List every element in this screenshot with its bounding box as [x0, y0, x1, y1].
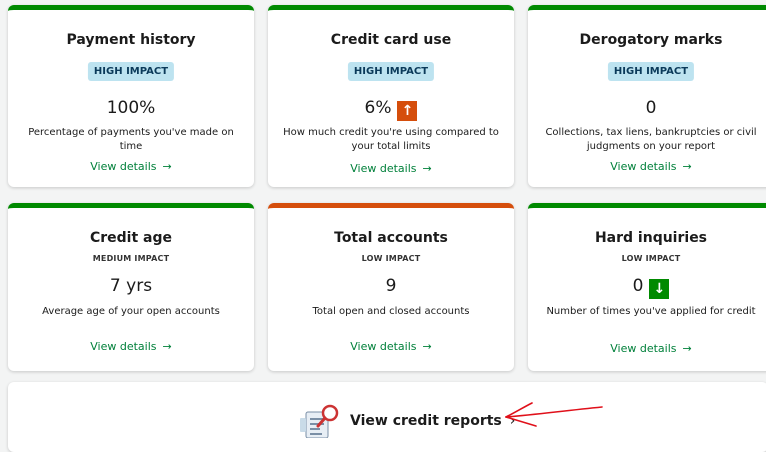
impact-badge: HIGH IMPACT — [347, 62, 435, 81]
link-label: View details — [610, 342, 677, 355]
view-details-link[interactable]: View details → — [268, 340, 514, 353]
card-description: Collections, tax liens, bankruptcies or … — [545, 127, 757, 152]
card-description: Percentage of payments you've made on ti… — [28, 127, 234, 152]
card-value-wrap: 6% ↑ — [268, 98, 514, 121]
annotation-arrow — [505, 402, 603, 427]
credit-reports-panel: View credit reports › — [8, 382, 766, 452]
card-description: Number of times you've applied for credi… — [546, 306, 756, 317]
card-total-accounts: Total accounts LOW IMPACT 9 Total open a… — [268, 203, 514, 371]
card-description: Total open and closed accounts — [312, 306, 470, 317]
card-value: 0 — [632, 276, 644, 296]
card-credit-age: Credit age MEDIUM IMPACT 7 yrs Average a… — [8, 203, 254, 371]
card-title: Payment history — [66, 32, 196, 48]
impact-badge: HIGH IMPACT — [87, 62, 175, 81]
link-label: View details — [90, 160, 157, 173]
card-title: Credit card use — [330, 32, 452, 48]
card-value: 7 yrs — [109, 276, 153, 296]
card-derogatory-marks: Derogatory marks HIGH IMPACT 0 Collectio… — [528, 5, 766, 187]
card-title: Credit age — [89, 230, 173, 246]
link-label: View details — [350, 162, 417, 175]
arrow-right-icon: → — [162, 160, 172, 173]
arrow-right-icon: → — [682, 342, 692, 355]
trend-down-icon: ↓ — [649, 279, 670, 299]
view-details-link[interactable]: View details → — [528, 342, 766, 355]
impact-label: MEDIUM IMPACT — [92, 254, 170, 263]
card-payment-history: Payment history HIGH IMPACT 100% Percent… — [8, 5, 254, 187]
card-value: 9 — [385, 276, 397, 296]
card-description: How much credit you're using compared to… — [283, 127, 499, 152]
card-description: Average age of your open accounts — [42, 306, 220, 317]
link-label: View details — [350, 340, 417, 353]
card-value: 0 — [645, 98, 657, 118]
impact-label: LOW IMPACT — [621, 254, 681, 263]
arrow-right-icon: → — [162, 340, 172, 353]
card-title: Derogatory marks — [579, 32, 723, 48]
view-details-link[interactable]: View details → — [528, 160, 766, 173]
card-value-wrap: 0 ↓ — [528, 276, 766, 299]
link-label: View details — [610, 160, 677, 173]
view-details-link[interactable]: View details → — [268, 162, 514, 175]
arrow-right-icon: → — [422, 340, 432, 353]
view-details-link[interactable]: View details → — [8, 160, 254, 173]
arrow-right-icon: → — [422, 162, 432, 175]
impact-badge: HIGH IMPACT — [607, 62, 695, 81]
arrow-right-icon: → — [682, 160, 692, 173]
view-credit-reports-label: View credit reports — [350, 413, 502, 429]
card-hard-inquiries: Hard inquiries LOW IMPACT 0 ↓ Number of t… — [528, 203, 766, 371]
card-title: Total accounts — [334, 230, 448, 246]
trend-up-icon: ↑ — [397, 101, 418, 121]
report-magnifier-icon — [300, 404, 339, 438]
impact-label: LOW IMPACT — [361, 254, 421, 263]
card-title: Hard inquiries — [594, 230, 708, 246]
link-label: View details — [90, 340, 157, 353]
card-credit-card-use: Credit card use HIGH IMPACT 6% ↑ How much… — [268, 5, 514, 187]
card-value: 6% — [364, 98, 392, 118]
card-value: 100% — [106, 98, 156, 118]
view-details-link[interactable]: View details → — [8, 340, 254, 353]
view-credit-reports-link[interactable]: View credit reports › — [298, 404, 515, 438]
